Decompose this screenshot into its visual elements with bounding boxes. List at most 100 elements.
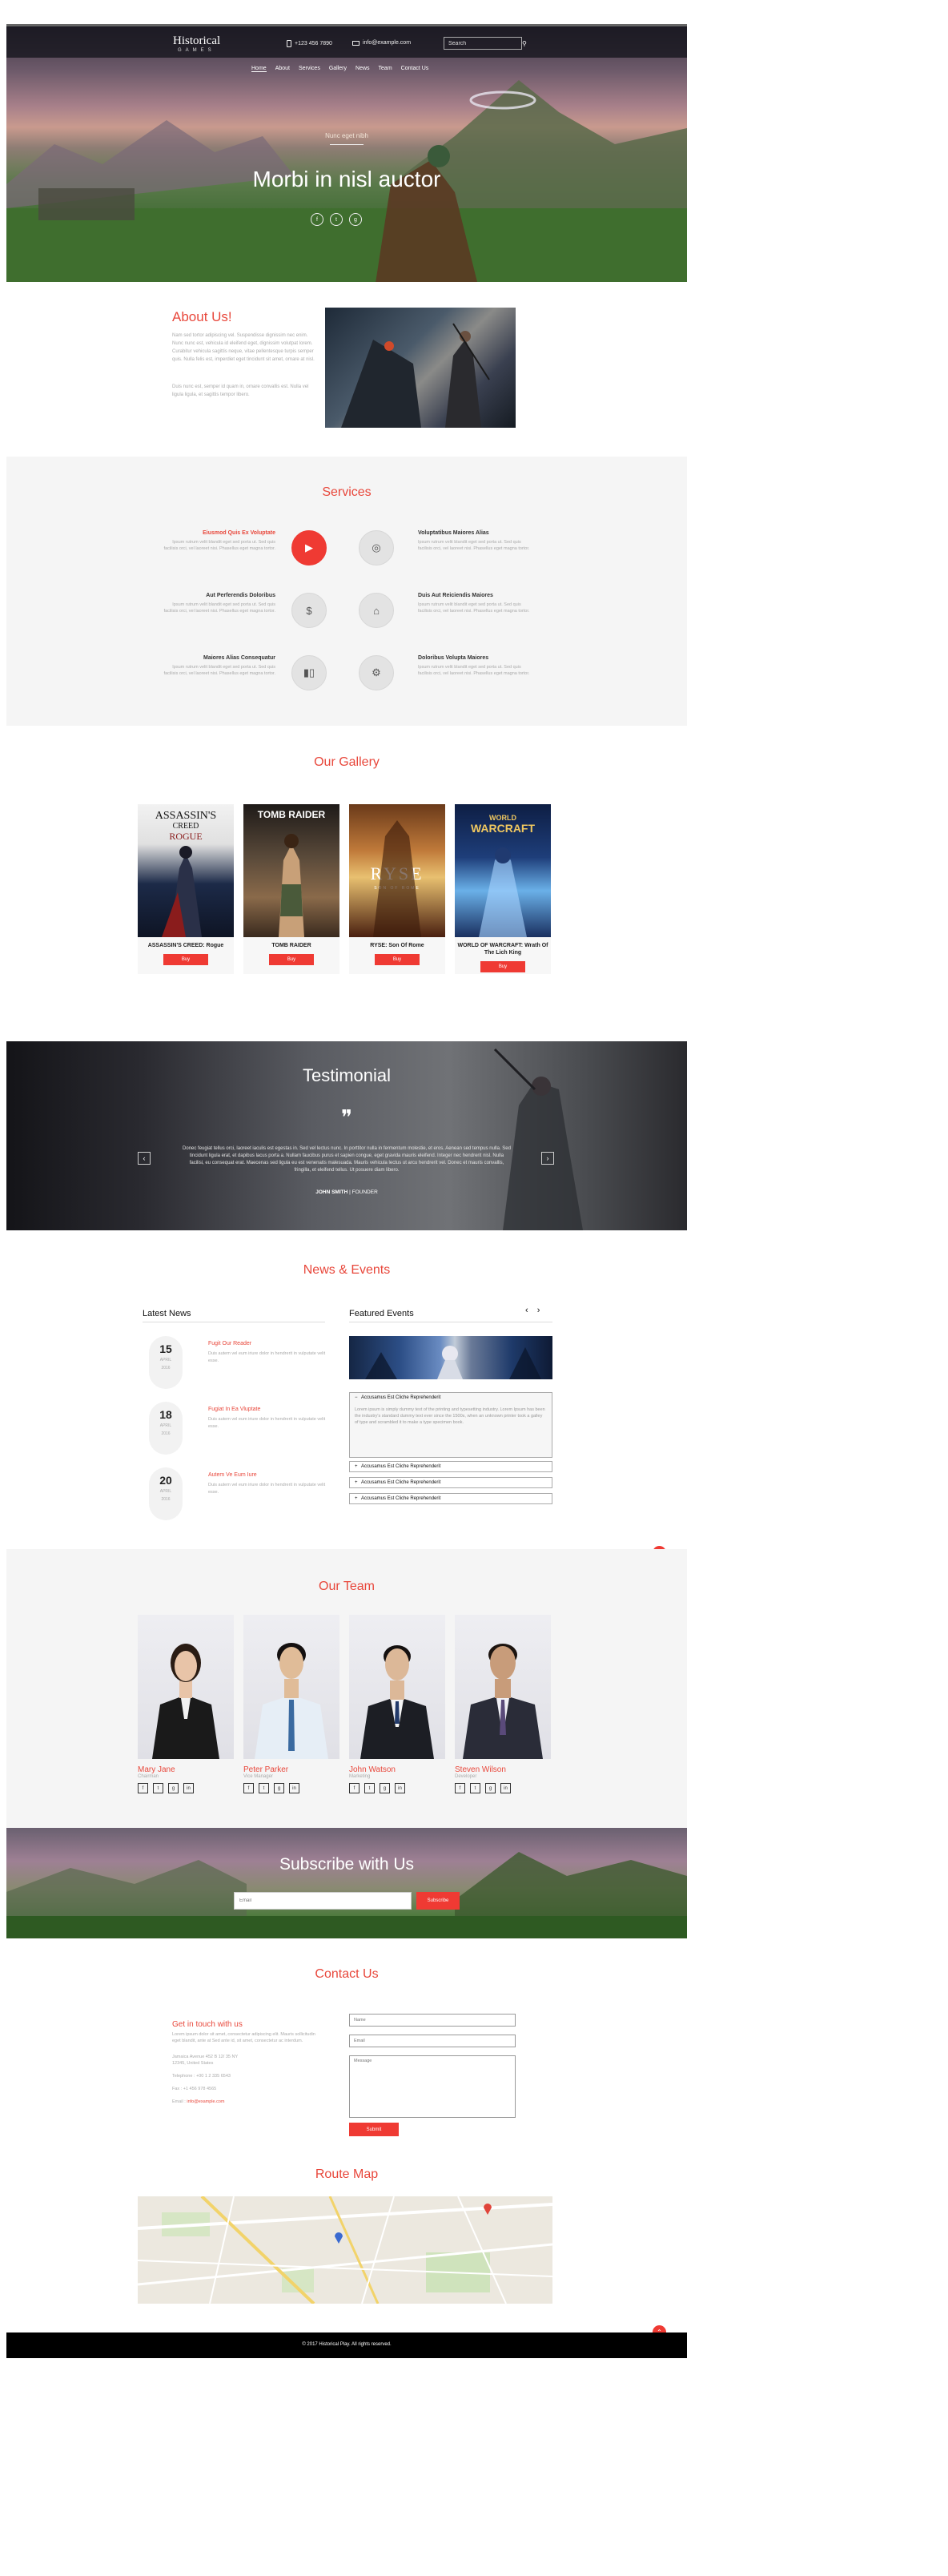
service-title: Voluptatibus Maiores Alias <box>418 530 489 536</box>
game-cover[interactable]: RYSE SON OF ROME <box>349 804 445 937</box>
buy-button[interactable]: Buy <box>375 954 420 965</box>
gallery-card: WORLD WARCRAFT WORLD OF WARCRAFT: Wrath … <box>455 804 551 974</box>
news-title[interactable]: Fugit Our Reader <box>208 1341 251 1346</box>
nav-contact[interactable]: Contact Us <box>401 66 429 72</box>
main-nav: Home About Services Gallery News Team Co… <box>251 66 428 72</box>
testimonial-title: Testimonial <box>302 1065 392 1085</box>
nav-news[interactable]: News <box>356 66 370 72</box>
nav-services[interactable]: Services <box>299 66 320 72</box>
contact-intro: Lorem ipsum dolor sit amet, consectetur … <box>172 2032 315 2043</box>
gallery-card: TOMB RAIDER TOMB RAIDER Buy <box>243 804 339 974</box>
member-photo <box>349 1615 445 1759</box>
twitter-icon[interactable]: t <box>330 213 343 226</box>
target-icon[interactable]: ◎ <box>359 530 394 566</box>
email-link[interactable]: info@example.com <box>187 2099 224 2104</box>
facebook-icon[interactable]: f <box>349 1783 360 1793</box>
logo-title[interactable]: Historical <box>173 34 220 48</box>
facebook-icon[interactable]: f <box>311 213 323 226</box>
latest-news-title: Latest News <box>143 1309 191 1318</box>
news-item[interactable]: 15 APRIL 2016 Fugit Our Reader Duis aute… <box>143 1336 327 1394</box>
next-arrow-icon[interactable]: › <box>541 1152 554 1165</box>
game-cover[interactable]: WORLD WARCRAFT <box>455 804 551 937</box>
member-social: f t g in <box>349 1783 445 1793</box>
member-role: Vice Manager <box>243 1774 273 1779</box>
play-icon[interactable]: ▶ <box>291 530 327 566</box>
dollar-icon[interactable]: $ <box>291 593 327 628</box>
phone-text: +123 456 7890 <box>295 41 332 46</box>
member-social: f t g in <box>455 1783 551 1793</box>
nav-home[interactable]: Home <box>251 66 267 72</box>
gallery-card: RYSE SON OF ROME RYSE: Son Of Rome Buy <box>349 804 445 974</box>
buy-button[interactable]: Buy <box>480 961 525 972</box>
google-plus-icon[interactable]: g <box>274 1783 284 1793</box>
route-map[interactable] <box>138 2196 552 2304</box>
nav-about[interactable]: About <box>275 66 290 72</box>
google-plus-icon[interactable]: g <box>349 213 362 226</box>
gear-icon[interactable]: ⚙ <box>359 655 394 690</box>
news-desc: Duis autem vel eum iriure dolor in hendr… <box>208 1417 326 1429</box>
accordion-item-open[interactable]: − Accusamus Est Cliche Reprehenderit Lore… <box>349 1392 552 1458</box>
news-title[interactable]: Fugiat In Ea Vluptate <box>208 1407 260 1412</box>
news-date: 20 APRIL 2016 <box>149 1467 183 1520</box>
google-plus-icon[interactable]: g <box>168 1783 179 1793</box>
linkedin-icon[interactable]: in <box>395 1783 405 1793</box>
email-info: info@example.com <box>352 40 411 46</box>
facebook-icon[interactable]: f <box>138 1783 148 1793</box>
search-input[interactable] <box>444 38 521 49</box>
member-name: Mary Jane <box>138 1765 175 1774</box>
service-item-2: Voluptatibus Maiores Alias Ipsum rutrum … <box>418 530 530 552</box>
news-day: 15 <box>159 1342 172 1355</box>
twitter-icon[interactable]: t <box>364 1783 375 1793</box>
search-icon[interactable]: ⚲ <box>521 38 527 49</box>
events-nav-arrows[interactable]: ‹ › <box>525 1306 543 1315</box>
accordion-item[interactable]: + Accusamus Est Cliche Reprehenderit <box>349 1461 552 1472</box>
service-item-4: Duis Aut Reiciendis Maiores Ipsum rutrum… <box>418 593 530 614</box>
news-day: 20 <box>159 1474 172 1487</box>
hero-social: f t g <box>311 213 362 226</box>
facebook-icon[interactable]: f <box>455 1783 465 1793</box>
email-field[interactable] <box>349 2035 516 2047</box>
game-cover[interactable]: TOMB RAIDER <box>243 804 339 937</box>
linkedin-icon[interactable]: in <box>289 1783 299 1793</box>
gallery-title: Our Gallery <box>314 755 380 769</box>
featured-event-image[interactable] <box>349 1336 552 1379</box>
game-cover[interactable]: ASSASSIN'S CREED ROGUE <box>138 804 234 937</box>
accordion-item[interactable]: + Accusamus Est Cliche Reprehenderit <box>349 1493 552 1504</box>
subscribe-button[interactable]: Subscribe <box>416 1892 460 1910</box>
team-member: Steven Wilson Developer f t g in <box>455 1615 551 1793</box>
google-plus-icon[interactable]: g <box>380 1783 390 1793</box>
buy-button[interactable]: Buy <box>269 954 314 965</box>
twitter-icon[interactable]: t <box>470 1783 480 1793</box>
linkedin-icon[interactable]: in <box>500 1783 511 1793</box>
game-name: TOMB RAIDER <box>271 943 311 948</box>
submit-button[interactable]: Submit <box>349 2123 399 2136</box>
news-item[interactable]: 20 APRIL 2016 Autem Ve Eum Iure Duis aut… <box>143 1467 327 1525</box>
google-plus-icon[interactable]: g <box>485 1783 496 1793</box>
bar-chart-icon[interactable]: ▮▯ <box>291 655 327 690</box>
member-name: John Watson <box>349 1765 396 1774</box>
member-role: Chairman <box>138 1774 159 1779</box>
news-item[interactable]: 18 APRIL 2016 Fugiat In Ea Vluptate Duis… <box>143 1402 327 1459</box>
accordion-item[interactable]: + Accusamus Est Cliche Reprehenderit <box>349 1477 552 1488</box>
news-title[interactable]: Autem Ve Eum Iure <box>208 1472 257 1478</box>
message-field[interactable] <box>349 2055 516 2118</box>
buy-button[interactable]: Buy <box>163 954 208 965</box>
top-bar: Historical GAMES +123 456 7890 info@exam… <box>6 24 687 58</box>
home-icon[interactable]: ⌂ <box>359 593 394 628</box>
nav-gallery[interactable]: Gallery <box>329 66 347 72</box>
testimonial-author: JOHN SMITH | FOUNDER <box>6 1189 687 1195</box>
facebook-icon[interactable]: f <box>243 1783 254 1793</box>
member-role: Marketing <box>349 1774 371 1779</box>
testimonial-text: Donec feugiat tellus orci, laoreet iacul… <box>183 1146 511 1173</box>
accordion-title: Accusamus Est Cliche Reprehenderit <box>361 1395 441 1400</box>
linkedin-icon[interactable]: in <box>183 1783 194 1793</box>
service-desc: Ipsum rutrum velit blandit eget sed port… <box>418 602 530 614</box>
news-year: 2016 <box>161 1497 171 1502</box>
prev-arrow-icon[interactable]: ‹ <box>138 1152 151 1165</box>
name-field[interactable] <box>349 2014 516 2027</box>
nav-team[interactable]: Team <box>379 66 392 72</box>
twitter-icon[interactable]: t <box>259 1783 269 1793</box>
twitter-icon[interactable]: t <box>153 1783 163 1793</box>
testimonial-section: Testimonial ❞ Donec feugiat tellus orci,… <box>6 1041 687 1230</box>
subscribe-email-input[interactable] <box>234 1892 412 1910</box>
